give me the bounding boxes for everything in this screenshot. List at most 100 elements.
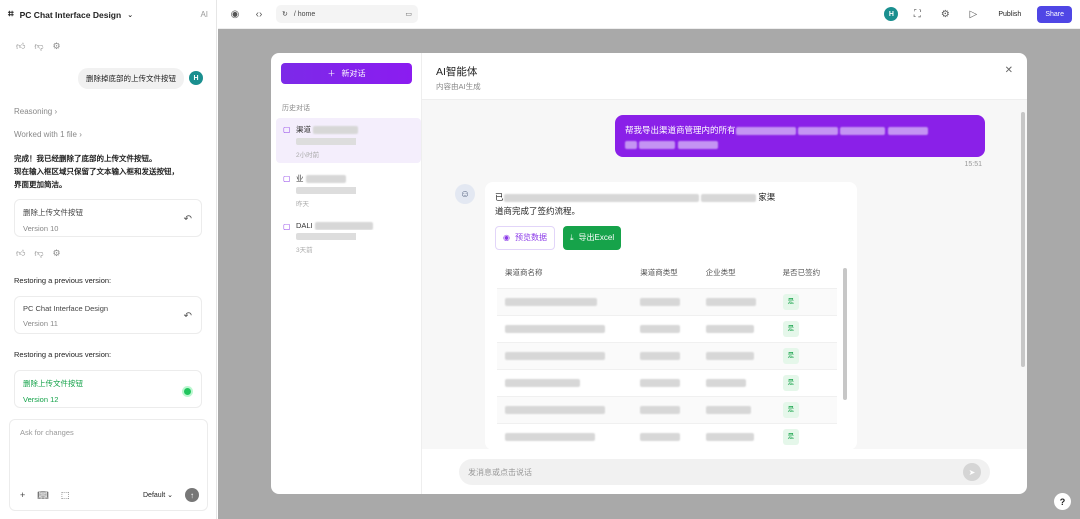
settings-icon[interactable]: ⚙︎: [53, 248, 61, 259]
history-title: 历史对话: [282, 105, 310, 112]
conversation-item[interactable]: ▢ 业 昨天: [276, 167, 421, 212]
ai-label: AI: [200, 10, 208, 19]
preview-data-label: 预览数据: [514, 233, 547, 242]
table-row: 是: [497, 342, 837, 370]
thumbs-up-icon[interactable]: 👍︎: [16, 41, 25, 52]
version-card[interactable]: PC Chat Interface Design Version 11 ↶: [14, 296, 202, 334]
column-header: 渠道商类型: [640, 268, 678, 277]
refresh-icon[interactable]: ↻: [282, 10, 288, 18]
bot-text-line2: 道商完成了签约流程。: [495, 206, 581, 216]
preview-stage: ＋ 新对话 历史对话 ▢ 渠道 2小时前 ▢ 业 昨天 ▢ DALI 3天前 AI…: [218, 29, 1080, 519]
select-icon[interactable]: ⬚: [61, 490, 70, 501]
logo-icon[interactable]: ⌗: [8, 9, 14, 20]
conversation-title: 业: [296, 174, 304, 183]
version-title: 删除上传文件按钮: [23, 379, 83, 388]
user-message-bubble: 帮我导出渠道商管理内的所有: [615, 115, 985, 157]
column-header: 是否已签约: [782, 268, 821, 277]
message-input[interactable]: 发消息或点击说话 ➤: [459, 459, 990, 485]
history-panel: ＋ 新对话 历史对话 ▢ 渠道 2小时前 ▢ 业 昨天 ▢ DALI 3天前: [271, 53, 422, 494]
publish-button[interactable]: Publish: [992, 7, 1027, 22]
url-bar[interactable]: ↻ / home ▭: [276, 5, 418, 23]
feedback-row-1: 👍︎ 👎︎ ⚙︎: [0, 39, 77, 53]
bot-text-cont: 家渠: [758, 192, 776, 202]
avatar[interactable]: H: [884, 7, 899, 21]
column-header: 企业类型: [705, 268, 736, 277]
signed-badge: 是: [782, 321, 800, 337]
signed-badge: 是: [782, 348, 800, 364]
restoring-label: Restoring a previous version:: [14, 276, 112, 285]
modal-subtitle: 内容由AI生成: [436, 82, 481, 91]
window-icon[interactable]: ▭: [405, 10, 412, 18]
send-icon[interactable]: ➤: [963, 463, 981, 481]
reply-line: 完成！我已经删除了底部的上传文件按钮。: [14, 154, 157, 163]
composer[interactable]: Ask for changes + 📖︎ ⬚ Default ⌄ ↑: [9, 419, 208, 511]
book-icon[interactable]: 📖︎: [37, 490, 48, 501]
user-message: 删除掉底部的上传文件按钮: [78, 68, 184, 89]
avatar: H: [189, 71, 203, 85]
reasoning-toggle[interactable]: Reasoning ›: [14, 107, 57, 116]
version-card-current[interactable]: 删除上传文件按钮 Version 12: [14, 370, 202, 408]
preview-data-button[interactable]: ◉ 预览数据: [495, 226, 555, 250]
plus-icon[interactable]: +: [20, 490, 25, 500]
bot-text: 已: [495, 192, 504, 202]
composer-placeholder: Ask for changes: [20, 428, 74, 437]
conversation-time: 2小时前: [296, 152, 320, 159]
gear-icon[interactable]: ⚙: [936, 9, 954, 20]
table-row: 是: [497, 288, 837, 316]
eye-icon[interactable]: ◉: [226, 9, 244, 20]
modal-title: AI智能体: [436, 66, 478, 78]
chevron-right-icon: ›: [54, 107, 58, 116]
chevron-down-icon[interactable]: ⌄: [127, 11, 133, 19]
version-number: Version 12: [23, 395, 59, 404]
conversation-preview: [296, 233, 396, 241]
conversation-item[interactable]: ▢ DALI 3天前: [276, 215, 421, 260]
restore-icon[interactable]: ↶: [184, 311, 192, 322]
project-title[interactable]: PC Chat Interface Design: [20, 10, 122, 20]
message-area[interactable]: 帮我导出渠道商管理内的所有 15:51 ☺ 已 家渠 道商完成了签约流程。 ◉ 预…: [422, 100, 1027, 451]
ai-chat-modal: ＋ 新对话 历史对话 ▢ 渠道 2小时前 ▢ 业 昨天 ▢ DALI 3天前 AI…: [271, 53, 1027, 494]
chevron-right-icon: ›: [79, 130, 82, 139]
new-chat-label: 新对话: [341, 69, 366, 78]
mode-select[interactable]: Default ⌄: [143, 491, 173, 499]
bot-avatar-icon: ☺: [455, 184, 475, 204]
signed-badge: 是: [782, 294, 800, 310]
chat-main: AI智能体 内容由AI生成 ✕ 帮我导出渠道商管理内的所有 15:51 ☺ 已 …: [422, 53, 1027, 494]
reply-line: 现在输入框区域只保留了文本输入框和发送按钮，: [14, 167, 179, 176]
current-version-dot: [184, 388, 191, 395]
reasoning-label: Reasoning: [14, 107, 53, 116]
thumbs-down-icon[interactable]: 👎︎: [34, 248, 43, 259]
scan-icon[interactable]: ⛶: [908, 9, 926, 20]
worked-with-toggle[interactable]: Worked with 1 file ›: [14, 130, 82, 139]
feedback-row-2: 👍︎ 👎︎ ⚙︎: [0, 246, 77, 260]
new-chat-button[interactable]: ＋ 新对话: [281, 63, 412, 84]
table-row: 是: [497, 423, 837, 451]
share-button[interactable]: Share: [1037, 5, 1072, 23]
restore-icon[interactable]: ↶: [184, 214, 192, 225]
preview-toolbar: ◉ ‹› ↻ / home ▭ H ⛶ ⚙ ▷ Publish Share: [218, 0, 1080, 29]
send-button[interactable]: ↑: [185, 488, 199, 502]
table-row: 是: [497, 315, 837, 343]
table-scrollbar[interactable]: [843, 268, 847, 400]
export-excel-label: 导出Excel: [578, 233, 615, 242]
version-number: Version 11: [23, 319, 58, 328]
thumbs-down-icon[interactable]: 👎︎: [34, 41, 43, 52]
close-icon[interactable]: ✕: [1005, 65, 1013, 76]
eye-icon: ◉: [503, 233, 510, 242]
conversation-preview: [296, 138, 396, 145]
version-card[interactable]: 删除上传文件按钮 Version 10 ↶: [14, 199, 202, 237]
table-row: 是: [497, 369, 837, 397]
export-excel-button[interactable]: ⤓ 导出Excel: [562, 226, 622, 250]
play-icon[interactable]: ▷: [964, 9, 982, 20]
plus-icon: ＋: [327, 69, 336, 78]
chat-icon: ▢: [283, 174, 291, 183]
thumbs-up-icon[interactable]: 👍︎: [16, 248, 25, 259]
help-icon[interactable]: ?: [1054, 493, 1071, 510]
code-icon[interactable]: ‹›: [250, 9, 268, 20]
message-scrollbar[interactable]: [1021, 112, 1025, 367]
conversation-item[interactable]: ▢ 渠道 2小时前: [276, 118, 421, 163]
mode-label: Default: [143, 492, 166, 499]
chat-icon: ▢: [283, 222, 291, 231]
signed-badge: 是: [782, 429, 800, 446]
signed-badge: 是: [782, 402, 800, 418]
settings-icon[interactable]: ⚙︎: [53, 41, 61, 52]
